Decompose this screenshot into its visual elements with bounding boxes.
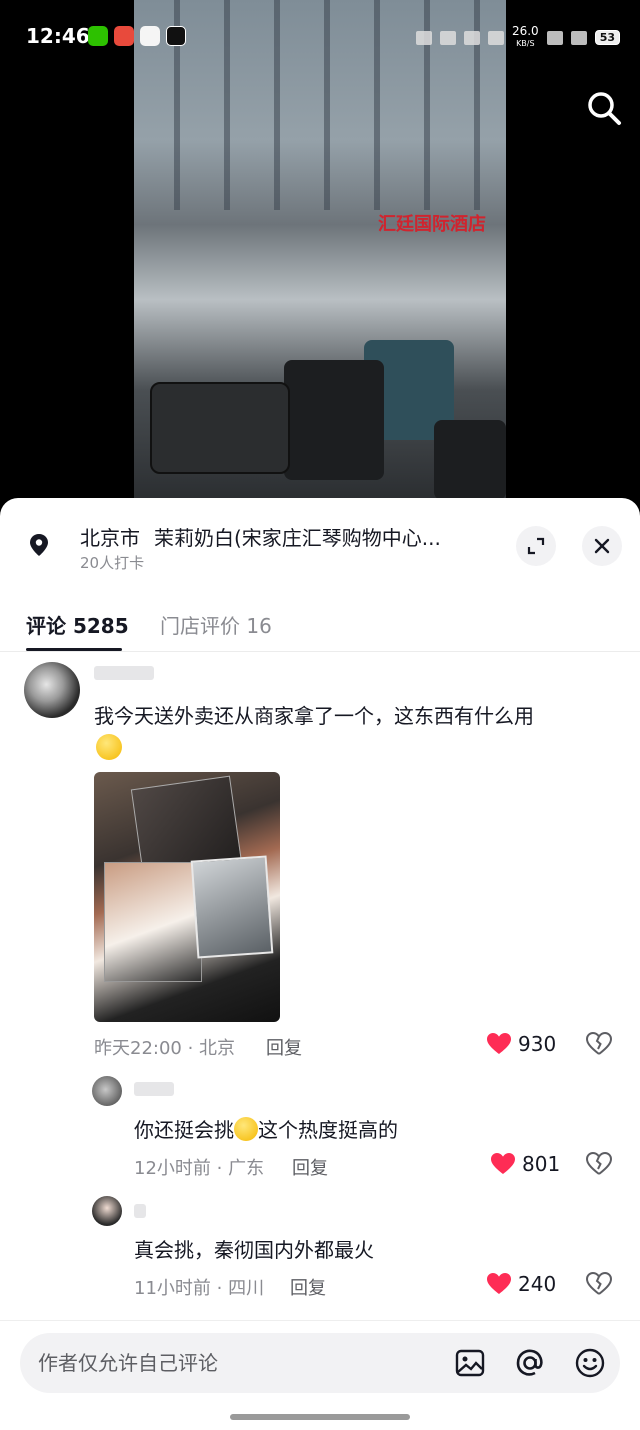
checkin-count: 20人打卡 bbox=[80, 554, 145, 572]
like-count: 930 bbox=[518, 1032, 557, 1056]
broken-heart-icon bbox=[585, 1151, 613, 1175]
active-tab-indicator bbox=[26, 648, 122, 651]
broken-heart-icon bbox=[585, 1271, 613, 1295]
like-count: 240 bbox=[518, 1272, 557, 1296]
like-count: 801 bbox=[522, 1152, 561, 1176]
reply-time-location: 11小时前 · 四川 bbox=[134, 1278, 265, 1299]
delivery-box bbox=[150, 382, 290, 474]
network-speed: 26.0 KB/S bbox=[511, 24, 539, 48]
dislike-button[interactable] bbox=[585, 1151, 613, 1178]
emoji-button[interactable] bbox=[574, 1347, 606, 1379]
app-notification-icon bbox=[166, 26, 186, 46]
comment-time-location: 昨天22:00 · 北京 bbox=[94, 1038, 236, 1059]
notification-icons bbox=[88, 26, 186, 46]
close-button[interactable] bbox=[582, 526, 622, 566]
at-icon bbox=[516, 1349, 543, 1376]
broken-heart-icon bbox=[585, 1031, 613, 1055]
nfc-icon bbox=[415, 30, 432, 45]
heart-icon bbox=[491, 1153, 515, 1174]
system-icons: 26.0 KB/S 53 bbox=[415, 24, 620, 49]
comment-input[interactable] bbox=[38, 1333, 438, 1393]
image-icon bbox=[455, 1349, 485, 1377]
comments-panel: 北京市 茉莉奶白(宋家庄汇琴购物中心... 20人打卡 评论 5285 门店评价 … bbox=[0, 498, 640, 1430]
status-time: 12:46 bbox=[26, 24, 90, 48]
emoji-icon bbox=[575, 1348, 605, 1378]
dislike-button[interactable] bbox=[585, 1271, 613, 1298]
image-button[interactable] bbox=[454, 1347, 486, 1379]
app-notification-icon bbox=[114, 26, 134, 46]
expand-icon bbox=[527, 537, 545, 555]
username-blurred bbox=[134, 1204, 146, 1218]
heart-icon bbox=[487, 1273, 511, 1294]
app-notification-icon bbox=[140, 26, 160, 46]
location-city: 北京市 bbox=[80, 526, 140, 550]
heart-icon bbox=[487, 1033, 511, 1054]
username-blurred bbox=[134, 1082, 174, 1096]
status-bar: 12:46 26.0 KB/S 53 bbox=[0, 0, 640, 72]
like-button[interactable]: 930 bbox=[486, 1032, 556, 1056]
username-blurred bbox=[94, 666, 154, 680]
mention-button[interactable] bbox=[514, 1347, 546, 1379]
vibrate-icon bbox=[463, 30, 480, 45]
signal-4g-icon bbox=[570, 30, 587, 45]
tab-comments[interactable]: 评论 5285 bbox=[26, 610, 129, 639]
reply-button[interactable]: 回复 bbox=[292, 1154, 328, 1180]
search-button[interactable] bbox=[584, 88, 624, 128]
close-icon bbox=[594, 538, 610, 554]
crying-laugh-emoji-icon bbox=[234, 1117, 258, 1141]
scooter bbox=[284, 360, 384, 480]
mute-icon bbox=[487, 30, 504, 45]
reply-button[interactable]: 回复 bbox=[290, 1274, 326, 1300]
comment-image[interactable] bbox=[94, 772, 280, 1022]
search-icon bbox=[588, 92, 621, 125]
expand-button[interactable] bbox=[516, 526, 556, 566]
reply-button[interactable]: 回复 bbox=[266, 1034, 302, 1060]
like-button[interactable]: 240 bbox=[486, 1272, 556, 1296]
reply-text: 真会挑，秦彻国内外都最火 bbox=[134, 1238, 374, 1262]
location-store-name: 茉莉奶白(宋家庄汇琴购物中心... bbox=[154, 526, 441, 550]
tab-bar: 评论 5285 门店评价 16 bbox=[0, 606, 640, 652]
video-player[interactable]: 汇廷国际酒店 bbox=[134, 0, 506, 500]
comment-input-container bbox=[20, 1333, 620, 1393]
scooter bbox=[434, 420, 506, 500]
wechat-icon bbox=[88, 26, 108, 46]
comment-text: 我今天送外卖还从商家拿了一个，这东西有什么用 bbox=[94, 704, 534, 728]
battery-icon: 53 bbox=[594, 30, 620, 45]
like-button[interactable]: 801 bbox=[490, 1152, 560, 1176]
avatar[interactable] bbox=[92, 1196, 122, 1226]
signal-icon bbox=[546, 30, 563, 45]
hotel-sign: 汇廷国际酒店 bbox=[378, 214, 486, 235]
tab-store-reviews[interactable]: 门店评价 16 bbox=[160, 610, 272, 639]
location-pin-icon bbox=[26, 532, 52, 558]
smile-emoji-icon bbox=[96, 734, 122, 760]
reply-time-location: 12小时前 · 广东 bbox=[134, 1158, 265, 1179]
avatar[interactable] bbox=[92, 1076, 122, 1106]
reply-text: 你还挺会挑 这个热度挺高的 bbox=[134, 1117, 398, 1142]
avatar[interactable] bbox=[24, 662, 80, 718]
location-icon bbox=[439, 30, 456, 45]
dislike-button[interactable] bbox=[585, 1031, 613, 1058]
location-title[interactable]: 北京市 茉莉奶白(宋家庄汇琴购物中心... bbox=[80, 522, 441, 551]
home-indicator[interactable] bbox=[230, 1414, 410, 1420]
